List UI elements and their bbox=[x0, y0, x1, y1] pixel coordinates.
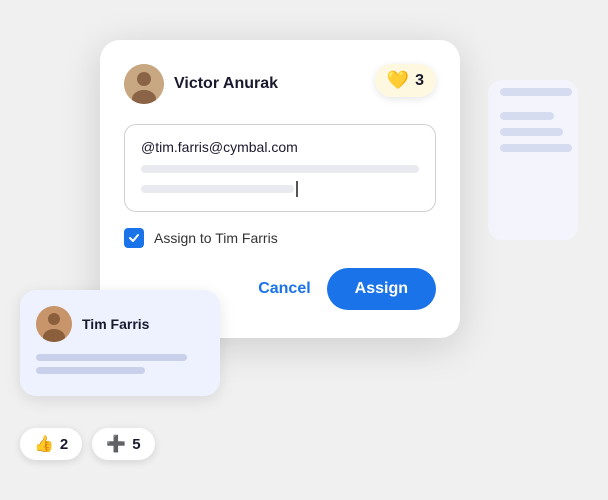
bottom-badges: 👍 2 ➕ 5 bbox=[20, 428, 155, 460]
text-cursor bbox=[296, 181, 298, 197]
input-line-1 bbox=[141, 165, 419, 173]
input-box[interactable]: @tim.farris@cymbal.com bbox=[124, 124, 436, 212]
checkbox-label: Assign to Tim Farris bbox=[154, 230, 278, 246]
bg-line-3 bbox=[500, 128, 563, 136]
thumbs-up-icon: 👍 bbox=[34, 434, 54, 454]
bg-line-2 bbox=[500, 112, 554, 120]
avatar bbox=[124, 64, 164, 104]
cursor-line bbox=[141, 181, 419, 197]
tim-line-1 bbox=[36, 354, 187, 361]
bg-line-1 bbox=[500, 88, 572, 96]
thumbs-up-count: 2 bbox=[60, 436, 68, 453]
heart-badge: 💛 3 bbox=[375, 64, 436, 97]
heart-count: 3 bbox=[415, 72, 424, 90]
plus-count: 5 bbox=[132, 436, 140, 453]
assign-button[interactable]: Assign bbox=[327, 268, 436, 310]
thumbs-up-badge[interactable]: 👍 2 bbox=[20, 428, 82, 460]
user-name: Victor Anurak bbox=[174, 75, 278, 93]
tim-name: Tim Farris bbox=[82, 316, 149, 332]
heart-icon: 💛 bbox=[387, 70, 409, 91]
tim-avatar bbox=[36, 306, 72, 342]
input-line-2 bbox=[141, 185, 294, 193]
tim-header: Tim Farris bbox=[36, 306, 204, 342]
background-card bbox=[488, 80, 578, 240]
checkbox-row[interactable]: Assign to Tim Farris bbox=[124, 228, 436, 248]
tim-line-2 bbox=[36, 367, 145, 374]
plus-badge[interactable]: ➕ 5 bbox=[92, 428, 154, 460]
bg-line-4 bbox=[500, 144, 572, 152]
cancel-button[interactable]: Cancel bbox=[258, 280, 310, 298]
scene: 💛 3 Victor Anurak @tim.farris@cymbal.com bbox=[0, 0, 608, 500]
assign-checkbox[interactable] bbox=[124, 228, 144, 248]
plus-icon: ➕ bbox=[106, 434, 126, 454]
email-field[interactable]: @tim.farris@cymbal.com bbox=[141, 139, 419, 155]
tim-farris-card: Tim Farris bbox=[20, 290, 220, 396]
